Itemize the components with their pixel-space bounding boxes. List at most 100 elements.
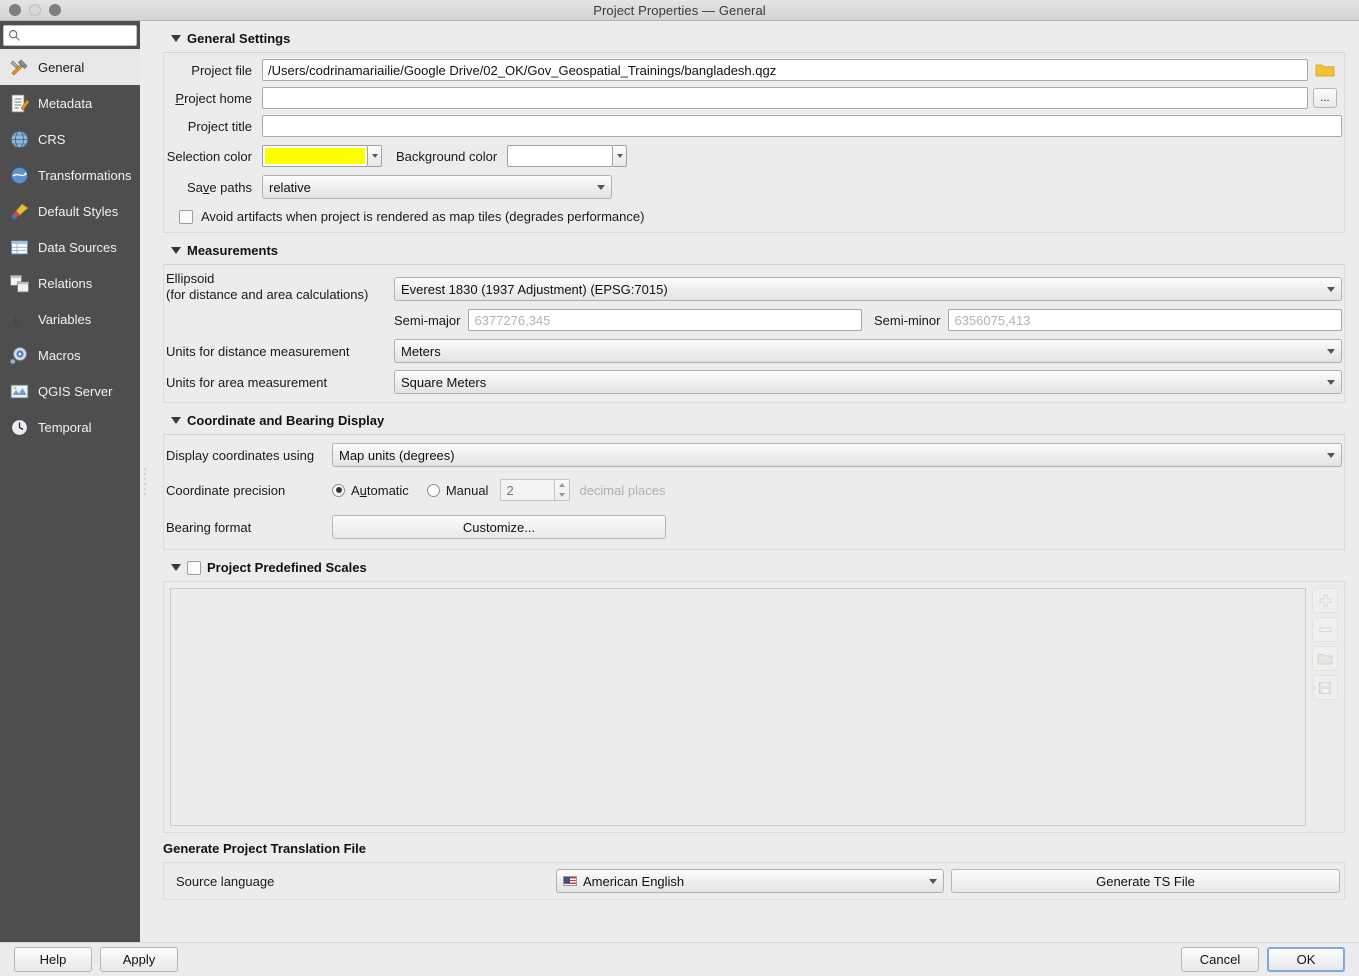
sidebar-item-label: Transformations xyxy=(38,167,132,183)
measurements-body: Ellipsoid (for distance and area calcula… xyxy=(163,264,1345,403)
sidebar-item-label: QGIS Server xyxy=(38,383,113,399)
sidebar-item-temporal[interactable]: Temporal xyxy=(0,409,140,445)
collapse-triangle-icon[interactable] xyxy=(171,247,181,254)
collapse-triangle-icon[interactable] xyxy=(171,35,181,42)
display-coordinates-row: Display coordinates using Map units (deg… xyxy=(166,443,1342,467)
sidebar-item-general[interactable]: General xyxy=(0,49,140,85)
coordinate-display-header[interactable]: Coordinate and Bearing Display xyxy=(163,403,1345,434)
chevron-down-icon xyxy=(1327,286,1335,292)
project-file-input[interactable] xyxy=(262,59,1308,81)
generate-ts-file-button[interactable]: Generate TS File xyxy=(951,869,1340,893)
chevron-down-icon xyxy=(1327,452,1335,458)
sidebar-item-label: General xyxy=(38,59,85,75)
general-settings-header[interactable]: General Settings xyxy=(163,21,1345,52)
sidebar-item-metadata[interactable]: Metadata xyxy=(0,85,140,121)
search-input[interactable] xyxy=(21,27,132,44)
background-color-swatch-button[interactable] xyxy=(507,145,614,167)
selection-color-swatch xyxy=(265,148,365,164)
decimal-places-input[interactable] xyxy=(500,479,555,501)
sidebar-item-transformations[interactable]: Transformations xyxy=(0,157,140,193)
ellipsoid-combo[interactable]: Everest 1830 (1937 Adjustment) (EPSG:701… xyxy=(394,277,1342,301)
sidebar-item-macros[interactable]: Macros xyxy=(0,337,140,373)
sidebar-item-crs[interactable]: CRS xyxy=(0,121,140,157)
coordinate-precision-row: Coordinate precision Automatic Manual de… xyxy=(166,479,1342,501)
selection-color-swatch-button[interactable] xyxy=(262,145,368,167)
open-scales-button[interactable] xyxy=(1312,646,1338,671)
panel-splitter[interactable] xyxy=(140,21,149,942)
coordinate-display-body: Display coordinates using Map units (deg… xyxy=(163,434,1345,550)
selection-color-picker[interactable] xyxy=(262,145,382,167)
distance-units-combo[interactable]: Meters xyxy=(394,339,1342,363)
stepper-down-icon[interactable] xyxy=(555,490,569,500)
measurements-header[interactable]: Measurements xyxy=(163,233,1345,264)
source-language-combo[interactable]: American English xyxy=(556,869,944,893)
chevron-down-icon xyxy=(929,878,937,884)
project-title-row: Project title xyxy=(166,115,1342,137)
translation-body: Source language American English Generat… xyxy=(163,862,1345,900)
sidebar-item-default-styles[interactable]: Default Styles xyxy=(0,193,140,229)
project-title-input[interactable] xyxy=(262,115,1342,137)
source-language-row: Source language American English Generat… xyxy=(166,869,1342,893)
sidebar-nav: General Metadata CRS Transformations Def… xyxy=(0,49,140,942)
decimal-places-steppers[interactable] xyxy=(554,479,571,501)
save-paths-combo[interactable]: relative xyxy=(262,175,612,199)
predefined-scales-header[interactable]: Project Predefined Scales xyxy=(163,550,1345,581)
save-icon xyxy=(1319,681,1331,694)
add-scale-button[interactable] xyxy=(1312,588,1338,613)
apply-button[interactable]: Apply xyxy=(100,947,178,972)
sidebar-item-data-sources[interactable]: Data Sources xyxy=(0,229,140,265)
hammer-wrench-icon xyxy=(8,56,30,78)
project-file-browse-button[interactable] xyxy=(1308,62,1342,78)
help-button[interactable]: Help xyxy=(14,947,92,972)
sidebar-item-relations[interactable]: Relations xyxy=(0,265,140,301)
background-color-picker[interactable] xyxy=(507,145,628,167)
general-settings-body: Project file Project home ... xyxy=(163,52,1345,233)
sidebar-item-label: Macros xyxy=(38,347,81,363)
semi-minor-input[interactable] xyxy=(948,309,1342,331)
chevron-down-icon xyxy=(371,154,378,158)
avoid-artifacts-row[interactable]: Avoid artifacts when project is rendered… xyxy=(166,209,1342,224)
sidebar-item-qgis-server[interactable]: QGIS Server xyxy=(0,373,140,409)
us-flag-icon xyxy=(563,876,577,886)
title-bar: Project Properties — General xyxy=(0,0,1359,21)
precision-manual-radio[interactable] xyxy=(426,483,440,497)
chevron-down-icon xyxy=(1327,379,1335,385)
ok-button[interactable]: OK xyxy=(1267,947,1345,972)
semi-axes-row: Semi-major Semi-minor xyxy=(166,309,1342,331)
epsilon-icon: ε xyxy=(8,308,30,330)
project-home-browse-button[interactable]: ... xyxy=(1313,88,1337,108)
bearing-customize-button[interactable]: Customize... xyxy=(332,515,666,539)
colors-row: Selection color Background color xyxy=(166,145,1342,167)
background-color-label: Background color xyxy=(396,148,498,164)
server-map-icon xyxy=(8,380,30,402)
avoid-artifacts-checkbox[interactable] xyxy=(179,209,193,224)
predefined-scales-checkbox[interactable] xyxy=(187,560,201,575)
selection-color-label: Selection color xyxy=(166,148,252,164)
gear-play-icon xyxy=(8,344,30,366)
cancel-button[interactable]: Cancel xyxy=(1181,947,1259,972)
stepper-up-icon[interactable] xyxy=(555,480,569,490)
semi-major-input[interactable] xyxy=(468,309,862,331)
remove-scale-button[interactable] xyxy=(1312,617,1338,642)
project-home-input[interactable] xyxy=(262,87,1308,109)
collapse-triangle-icon[interactable] xyxy=(171,417,181,424)
sidebar-item-variables[interactable]: ε Variables xyxy=(0,301,140,337)
collapse-triangle-icon[interactable] xyxy=(171,564,181,571)
save-scales-button[interactable] xyxy=(1312,675,1338,700)
display-coordinates-value: Map units (degrees) xyxy=(339,447,455,463)
sidebar-item-label: Default Styles xyxy=(38,203,119,219)
ellipsoid-row: Ellipsoid (for distance and area calcula… xyxy=(166,271,1342,303)
decimal-places-spinbox[interactable] xyxy=(500,479,571,501)
sidebar: General Metadata CRS Transformations Def… xyxy=(0,21,140,942)
save-paths-row: Save paths relative xyxy=(166,175,1342,199)
search-icon xyxy=(8,29,21,42)
two-tables-icon xyxy=(8,272,30,294)
background-color-dropdown[interactable] xyxy=(613,145,628,167)
precision-automatic-radio[interactable] xyxy=(332,483,345,497)
search-box[interactable] xyxy=(3,25,137,46)
display-coordinates-combo[interactable]: Map units (degrees) xyxy=(332,443,1342,467)
predefined-scales-list[interactable] xyxy=(170,588,1306,826)
area-units-combo[interactable]: Square Meters xyxy=(394,370,1342,394)
selection-color-dropdown[interactable] xyxy=(368,145,382,167)
predefined-scales-body xyxy=(163,581,1345,833)
